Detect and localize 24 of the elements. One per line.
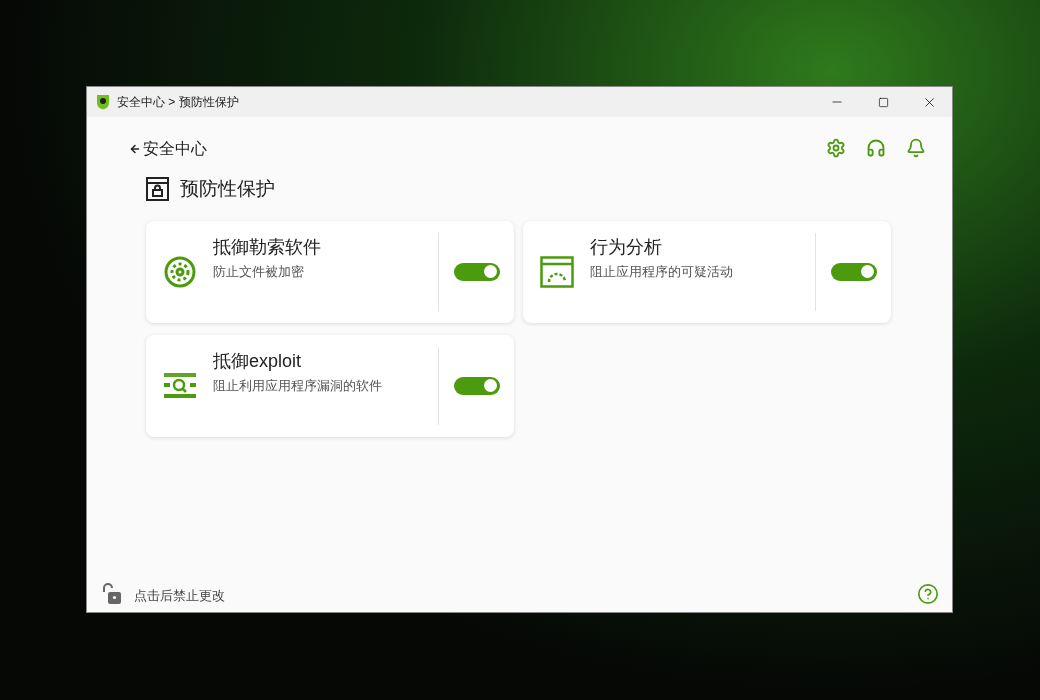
card-description: 防止文件被加密: [213, 262, 305, 281]
card-title: 抵御勒索软件: [213, 235, 322, 259]
back-arrow-icon: [129, 143, 141, 155]
card-description: 阻止应用程序的可疑活动: [590, 262, 734, 281]
page-title: 预防性保护: [180, 177, 275, 201]
help-icon[interactable]: [917, 583, 939, 605]
shield-logo-icon: [95, 94, 111, 110]
window-lock-icon: [146, 177, 169, 202]
browser-gear-icon: [539, 255, 574, 288]
lock-settings-link[interactable]: 点击后禁止更改: [134, 585, 225, 605]
toggle-switch[interactable]: [453, 376, 500, 395]
card-title: 行为分析: [590, 235, 663, 259]
unlocked-padlock-icon: [100, 583, 122, 605]
back-link[interactable]: 安全中心: [129, 137, 207, 161]
gear-icon: [162, 254, 197, 289]
headset-icon[interactable]: [866, 138, 886, 158]
window-title: 安全中心 > 预防性保护: [117, 94, 239, 111]
toggle-switch[interactable]: [830, 262, 877, 281]
settings-icon[interactable]: [826, 138, 846, 158]
maximize-icon: [877, 96, 889, 108]
notification-icon[interactable]: [906, 138, 926, 158]
card-title: 抵御exploit: [213, 349, 303, 373]
toggle-switch[interactable]: [453, 262, 500, 281]
card-description: 阻止利用应用程序漏洞的软件: [213, 376, 383, 395]
